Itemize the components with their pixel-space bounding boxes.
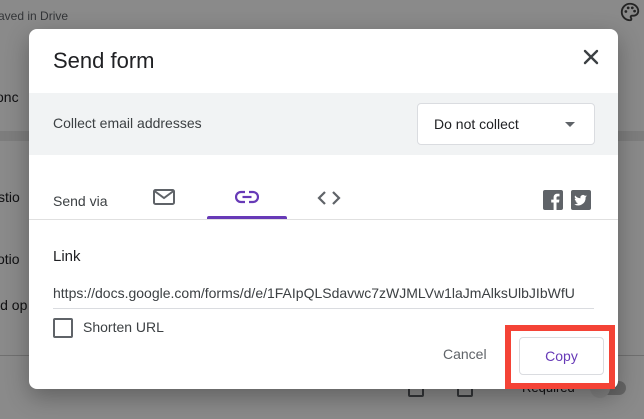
code-icon: [317, 191, 341, 205]
cancel-button[interactable]: Cancel: [443, 346, 487, 362]
link-icon: [235, 190, 259, 204]
collect-email-select[interactable]: Do not collect: [417, 103, 595, 145]
link-url-field[interactable]: https://docs.google.com/forms/d/e/1FAIpQ…: [53, 285, 594, 309]
shorten-url-label[interactable]: Shorten URL: [83, 319, 164, 335]
twitter-icon[interactable]: [571, 190, 591, 210]
collect-email-selected-value: Do not collect: [434, 116, 519, 132]
mail-icon: [153, 189, 175, 205]
collect-email-row: Collect email addresses Do not collect: [29, 93, 618, 155]
link-url-text: https://docs.google.com/forms/d/e/1FAIpQ…: [53, 285, 575, 301]
collect-email-label: Collect email addresses: [53, 115, 202, 131]
caret-down-icon: [565, 122, 575, 127]
annotation-highlight-box: [505, 325, 615, 389]
facebook-glyph: [551, 193, 560, 210]
twitter-glyph: [574, 194, 587, 206]
tabs-divider: [29, 219, 618, 220]
close-icon[interactable]: [579, 45, 603, 69]
send-via-label: Send via: [53, 193, 108, 209]
link-label: Link: [53, 248, 81, 265]
tab-link[interactable]: [207, 177, 287, 221]
facebook-icon[interactable]: [543, 190, 563, 210]
shorten-url-checkbox[interactable]: [53, 318, 73, 338]
tab-embed[interactable]: [297, 177, 363, 221]
tab-email[interactable]: [147, 177, 207, 221]
dialog-title: Send form: [53, 48, 155, 73]
